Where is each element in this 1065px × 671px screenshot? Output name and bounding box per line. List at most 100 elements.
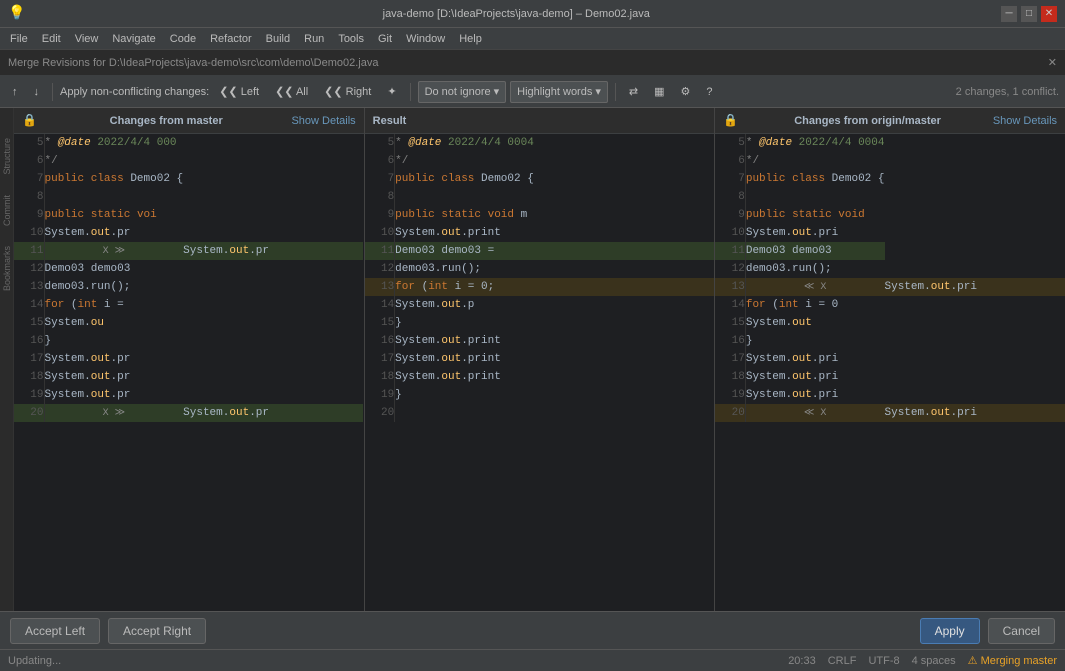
right-code-block[interactable]: 5* @date 2022/4/4 0004 6*/ 7public class… — [715, 134, 1065, 611]
table-row: 18 System.out.pr — [14, 368, 363, 386]
left-code-table: 5* @date 2022/4/4 000 6*/ 7public class … — [14, 134, 364, 422]
table-row: 10 System.out.print — [365, 224, 715, 242]
table-row: 11 Demo03 demo03 — [715, 242, 1064, 260]
left-panel-title: Changes from master — [110, 115, 223, 127]
highlight-words-label: Highlight words — [517, 86, 592, 98]
close-path-icon[interactable]: ✕ — [1048, 56, 1057, 69]
left-panel: 🔒 Changes from master Show Details 5* @d… — [14, 108, 365, 611]
table-row: 7public class Demo02 { — [715, 170, 1064, 188]
window-title: java-demo [D:\IdeaProjects\java-demo] – … — [383, 8, 650, 20]
toolbar-sep-1 — [52, 83, 53, 101]
path-bar: Merge Revisions for D:\IdeaProjects\java… — [0, 50, 1065, 76]
table-row: 16} — [14, 332, 363, 350]
table-row: 17 System.out.pri — [715, 350, 1064, 368]
table-row: 20 — [365, 404, 715, 422]
right-panel-lock-icon: 🔒 — [723, 113, 738, 128]
maximize-button[interactable]: □ — [1021, 6, 1037, 22]
middle-panel: Result 5* @date 2022/4/4 0004 6*/ 7publi… — [365, 108, 716, 611]
menu-navigate[interactable]: Navigate — [106, 31, 161, 47]
app-icon: 💡 — [8, 5, 25, 22]
diff-area: Structure Commit Bookmarks 🔒 Changes fro… — [0, 108, 1065, 611]
right-show-details[interactable]: Show Details — [993, 115, 1057, 127]
action-bar: Accept Left Accept Right Apply Cancel — [0, 611, 1065, 649]
menu-refactor[interactable]: Refactor — [204, 31, 258, 47]
menu-bar: File Edit View Navigate Code Refactor Bu… — [0, 28, 1065, 50]
collapse-button[interactable]: ▦ — [648, 81, 670, 103]
accept-right-button[interactable]: Accept Right — [108, 618, 206, 644]
highlight-words-dropdown[interactable]: Highlight words ▾ — [510, 81, 608, 103]
minimize-button[interactable]: ─ — [1001, 6, 1017, 22]
menu-build[interactable]: Build — [260, 31, 296, 47]
table-row: 10 System.out.pr — [14, 224, 363, 242]
changes-info: 2 changes, 1 conflict. — [956, 86, 1059, 98]
table-row: 15 System.out — [715, 314, 1064, 332]
menu-code[interactable]: Code — [164, 31, 202, 47]
accept-left-button[interactable]: Accept Left — [10, 618, 100, 644]
status-text: Updating... — [8, 655, 61, 667]
menu-git[interactable]: Git — [372, 31, 398, 47]
settings-button[interactable]: ⚙ — [675, 81, 697, 103]
apply-right-button[interactable]: ❮❮ Right — [318, 81, 377, 103]
table-row: 18 System.out.pri — [715, 368, 1064, 386]
menu-view[interactable]: View — [69, 31, 105, 47]
middle-panel-title: Result — [373, 115, 407, 127]
charset: UTF-8 — [868, 655, 899, 667]
table-row: 17 System.out.pr — [14, 350, 363, 368]
magic-button[interactable]: ✦ — [381, 81, 402, 103]
table-row: 16 } — [715, 332, 1064, 350]
prev-change-button[interactable]: ↑ — [6, 81, 24, 103]
table-row: 5* @date 2022/4/4 000 — [14, 134, 363, 152]
menu-run[interactable]: Run — [298, 31, 330, 47]
ignore-label: Do not ignore — [425, 86, 491, 98]
menu-edit[interactable]: Edit — [36, 31, 67, 47]
highlight-dropdown-arrow-icon: ▾ — [595, 85, 601, 98]
table-row: 5* @date 2022/4/4 0004 — [365, 134, 715, 152]
right-panel-header: 🔒 Changes from origin/master Show Detail… — [715, 108, 1065, 134]
table-row: 6*/ — [14, 152, 363, 170]
table-row: 11 X ≫ System.out.pr — [14, 242, 363, 260]
toolbar-sep-3 — [615, 83, 616, 101]
title-bar-left: 💡 — [8, 5, 31, 22]
line-ending: CRLF — [828, 655, 857, 667]
menu-tools[interactable]: Tools — [332, 31, 370, 47]
menu-file[interactable]: File — [4, 31, 34, 47]
left-panel-header: 🔒 Changes from master Show Details — [14, 108, 364, 134]
close-button[interactable]: ✕ — [1041, 6, 1057, 22]
left-show-details[interactable]: Show Details — [291, 115, 355, 127]
middle-code-table: 5* @date 2022/4/4 0004 6*/ 7public class… — [365, 134, 715, 422]
table-row: 12 demo03.run(); — [715, 260, 1064, 278]
table-row: 7public class Demo02 { — [14, 170, 363, 188]
table-row: 18 System.out.print — [365, 368, 715, 386]
indent-info: 4 spaces — [912, 655, 956, 667]
merge-status: ⚠ Merging master — [968, 654, 1057, 667]
apply-all-button[interactable]: ❮❮ All — [269, 81, 314, 103]
toolbar-sep-2 — [410, 83, 411, 101]
structure-label[interactable]: Structure — [2, 138, 12, 175]
table-row: 13 for (int i = 0; — [365, 278, 715, 296]
left-code-block[interactable]: 5* @date 2022/4/4 000 6*/ 7public class … — [14, 134, 364, 611]
commit-label[interactable]: Commit — [2, 195, 12, 226]
apply-left-button[interactable]: ❮❮ Left — [213, 81, 265, 103]
right-panel-title: Changes from origin/master — [794, 115, 941, 127]
status-bar: Updating... 20:33 CRLF UTF-8 4 spaces ⚠ … — [0, 649, 1065, 671]
table-row: 13 ≪ X System.out.pri — [715, 278, 1064, 296]
swap-panels-button[interactable]: ⇄ — [623, 81, 644, 103]
table-row: 15 } — [365, 314, 715, 332]
table-row: 11 Demo03 demo03 = — [365, 242, 715, 260]
table-row: 7public class Demo02 { — [365, 170, 715, 188]
help-button[interactable]: ? — [700, 81, 718, 103]
bookmarks-label[interactable]: Bookmarks — [2, 246, 12, 291]
left-panel-lock-icon: 🔒 — [22, 113, 37, 128]
menu-window[interactable]: Window — [400, 31, 451, 47]
table-row: 6*/ — [715, 152, 1064, 170]
table-row: 13 demo03.run(); — [14, 278, 363, 296]
apply-button[interactable]: Apply — [920, 618, 980, 644]
table-row: 8 — [14, 188, 363, 206]
next-change-button[interactable]: ↓ — [28, 81, 46, 103]
middle-code-block[interactable]: 5* @date 2022/4/4 0004 6*/ 7public class… — [365, 134, 715, 611]
ignore-dropdown[interactable]: Do not ignore ▾ — [418, 81, 507, 103]
right-code-table: 5* @date 2022/4/4 0004 6*/ 7public class… — [715, 134, 1065, 422]
table-row: 19 System.out.pr — [14, 386, 363, 404]
cancel-button[interactable]: Cancel — [988, 618, 1055, 644]
menu-help[interactable]: Help — [453, 31, 488, 47]
